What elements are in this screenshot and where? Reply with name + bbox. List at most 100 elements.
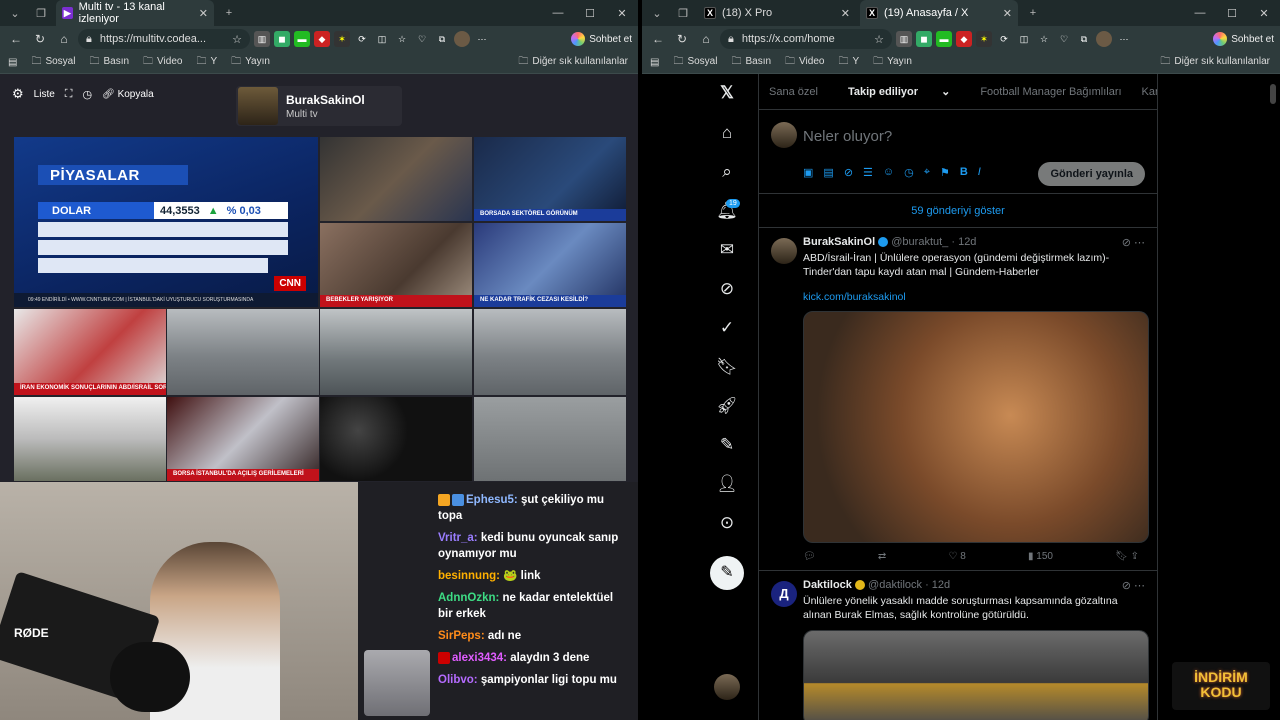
communities-icon[interactable]: ✓ [716, 317, 738, 339]
minimize-icon[interactable]: — [542, 7, 574, 20]
extension-icon[interactable]: ▥ [896, 31, 912, 47]
bookmark-folder[interactable]: Y [196, 54, 217, 71]
jobs-icon[interactable]: 🚀︎ [716, 395, 738, 417]
more-icon[interactable]: ⋯ [474, 31, 490, 47]
stream-tile[interactable]: İRAN EKONOMİK SONUÇLARININ ABD/İSRAİL SO… [14, 309, 166, 395]
bookmark-folder[interactable]: Yayın [873, 54, 912, 71]
extension-icon[interactable]: ▬ [936, 31, 952, 47]
home-icon[interactable]: ⌂ [716, 122, 738, 144]
compose-input[interactable]: Neler oluyor? [803, 128, 892, 145]
extension-icon[interactable]: ◼ [916, 31, 932, 47]
favorite-star-icon[interactable]: ☆ [232, 33, 242, 46]
tweet[interactable]: Д Daktilock @daktilock · 12d ⊘ ⋯ Ünlüler… [759, 571, 1157, 720]
stream-tile-camera[interactable] [167, 309, 319, 395]
chat-user[interactable]: besinnung: [438, 570, 500, 582]
workspaces-icon[interactable]: ❐ [672, 2, 694, 24]
maximize-icon[interactable]: ☐ [574, 7, 606, 20]
avatar[interactable]: Д [771, 581, 797, 607]
tweet-image[interactable] [803, 311, 1149, 543]
messages-icon[interactable]: ✉ [716, 239, 738, 261]
views-button[interactable]: ▮ 150 [1028, 551, 1053, 562]
bookmark-folder[interactable]: Yayın [231, 54, 270, 71]
poll-icon[interactable]: ☰ [863, 166, 873, 179]
extension-icon[interactable]: ⟳ [354, 31, 370, 47]
chat-user[interactable]: AdnnOzkn: [438, 592, 499, 604]
close-icon[interactable]: ✕ [841, 7, 850, 20]
gear-icon[interactable]: ⚙ [12, 86, 24, 102]
bookmarks-menu-icon[interactable]: ▤ [8, 57, 17, 68]
other-bookmarks[interactable]: Diğer sık kullanılanlar [518, 54, 628, 71]
stream-tile-city[interactable] [320, 309, 472, 395]
stream-tile[interactable]: BORSADA SEKTÖREL GÖRÜNÜM [474, 137, 626, 221]
bookmarks-menu-icon[interactable]: ▤ [650, 57, 659, 68]
copilot-chat-button[interactable]: Sohbet et [1213, 32, 1274, 46]
tab-list-icon[interactable]: ⌄ [646, 2, 668, 24]
profile-avatar[interactable] [1096, 31, 1112, 47]
chat-user[interactable]: Vritr_a: [438, 532, 478, 544]
home-icon[interactable]: ⌂ [696, 29, 716, 49]
minimize-icon[interactable]: — [1184, 7, 1216, 20]
tab-list[interactable]: Kardeşler Kıra [1132, 86, 1157, 98]
search-icon[interactable]: ⌕ [716, 161, 738, 183]
tab-for-you[interactable]: Sana özel [759, 86, 828, 98]
extension-icon[interactable]: ▥ [254, 31, 270, 47]
bookmarks-icon[interactable]: 🔖︎ [716, 356, 738, 378]
bookmark-folder[interactable]: Sosyal [31, 54, 75, 71]
extension-icon[interactable]: ✶ [976, 31, 992, 47]
new-tab-icon[interactable]: + [218, 2, 240, 24]
home-icon[interactable]: ⌂ [54, 29, 74, 49]
grok-icon[interactable]: ⊘ [716, 278, 738, 300]
browser-essentials-icon[interactable]: ♡ [414, 31, 430, 47]
collections-icon[interactable]: ⧉ [434, 31, 450, 47]
url-field[interactable]: 🔒︎ https://x.com/home ☆ [720, 29, 892, 49]
bookmark-folder[interactable]: Y [838, 54, 859, 71]
tab-list[interactable]: Football Manager Bağımlıları [970, 86, 1131, 98]
more-icon[interactable]: ⊘ ⋯ [1122, 236, 1145, 249]
tweet-author[interactable]: BurakSakinOl [803, 236, 875, 248]
profile-icon[interactable]: 👤︎ [716, 473, 738, 495]
stream-tile-camera[interactable] [320, 397, 472, 481]
avatar[interactable] [771, 238, 797, 264]
media-icon[interactable]: ▣ [803, 166, 813, 179]
split-screen-icon[interactable]: ◫ [374, 31, 390, 47]
close-icon[interactable]: ✕ [199, 7, 208, 20]
collections-icon[interactable]: ⧉ [1076, 31, 1092, 47]
location-icon[interactable]: ⌖ [924, 166, 930, 179]
bookmark-share-icons[interactable]: 🔖︎ ⇪ [1115, 551, 1139, 562]
grok-icon[interactable]: ⊘ [844, 166, 853, 179]
tweet-author[interactable]: Daktilock [803, 579, 852, 591]
stream-tile-city[interactable] [474, 397, 626, 481]
copilot-chat-button[interactable]: Sohbet et [571, 32, 632, 46]
tab-list-icon[interactable]: ⌄ [4, 2, 26, 24]
tweet-image[interactable] [803, 630, 1149, 720]
fullscreen-icon[interactable]: ⛶ [65, 88, 73, 101]
timer-icon[interactable]: ◷ [82, 88, 92, 101]
extension-icon[interactable]: ✶ [334, 31, 350, 47]
chat-user[interactable]: Olibvo: [438, 674, 478, 686]
schedule-icon[interactable]: ◷ [904, 166, 914, 179]
chat-user[interactable]: alexi3434: [452, 652, 507, 664]
favorites-icon[interactable]: ☆ [394, 31, 410, 47]
tweet-link[interactable]: kick.com/buraksakinol [803, 291, 1145, 303]
gif-icon[interactable]: ▤ [823, 166, 833, 179]
favorite-star-icon[interactable]: ☆ [874, 33, 884, 46]
stream-tile[interactable]: BORSA İSTANBUL'DA AÇILIŞ GERİLEMELERİ [167, 397, 319, 481]
bookmark-folder[interactable]: Video [143, 54, 182, 71]
window-close-icon[interactable]: ✕ [1248, 7, 1280, 20]
stream-tile-city[interactable] [474, 309, 626, 395]
compose-button[interactable]: ✎ [710, 556, 744, 590]
flag-icon[interactable]: ⚑ [940, 166, 950, 179]
back-icon[interactable]: ← [648, 29, 668, 49]
extension-icon[interactable]: ▬ [294, 31, 310, 47]
show-new-posts[interactable]: 59 gönderiyi göster [759, 194, 1157, 228]
chat-user[interactable]: Ephesu5: [466, 494, 518, 506]
chat-user[interactable]: SirPeps: [438, 630, 485, 642]
browser-essentials-icon[interactable]: ♡ [1056, 31, 1072, 47]
bold-icon[interactable]: B [960, 166, 968, 179]
stream-tile[interactable]: BEBEKLER YARIŞIYOR [320, 223, 472, 307]
more-icon[interactable]: ⋯ [1116, 31, 1132, 47]
tab-xpro[interactable]: X (18) X Pro ✕ [698, 0, 856, 26]
stream-tile-city[interactable] [14, 397, 166, 481]
retweet-icon[interactable]: ⇄ [878, 551, 886, 562]
extension-icon[interactable]: ◆ [314, 31, 330, 47]
